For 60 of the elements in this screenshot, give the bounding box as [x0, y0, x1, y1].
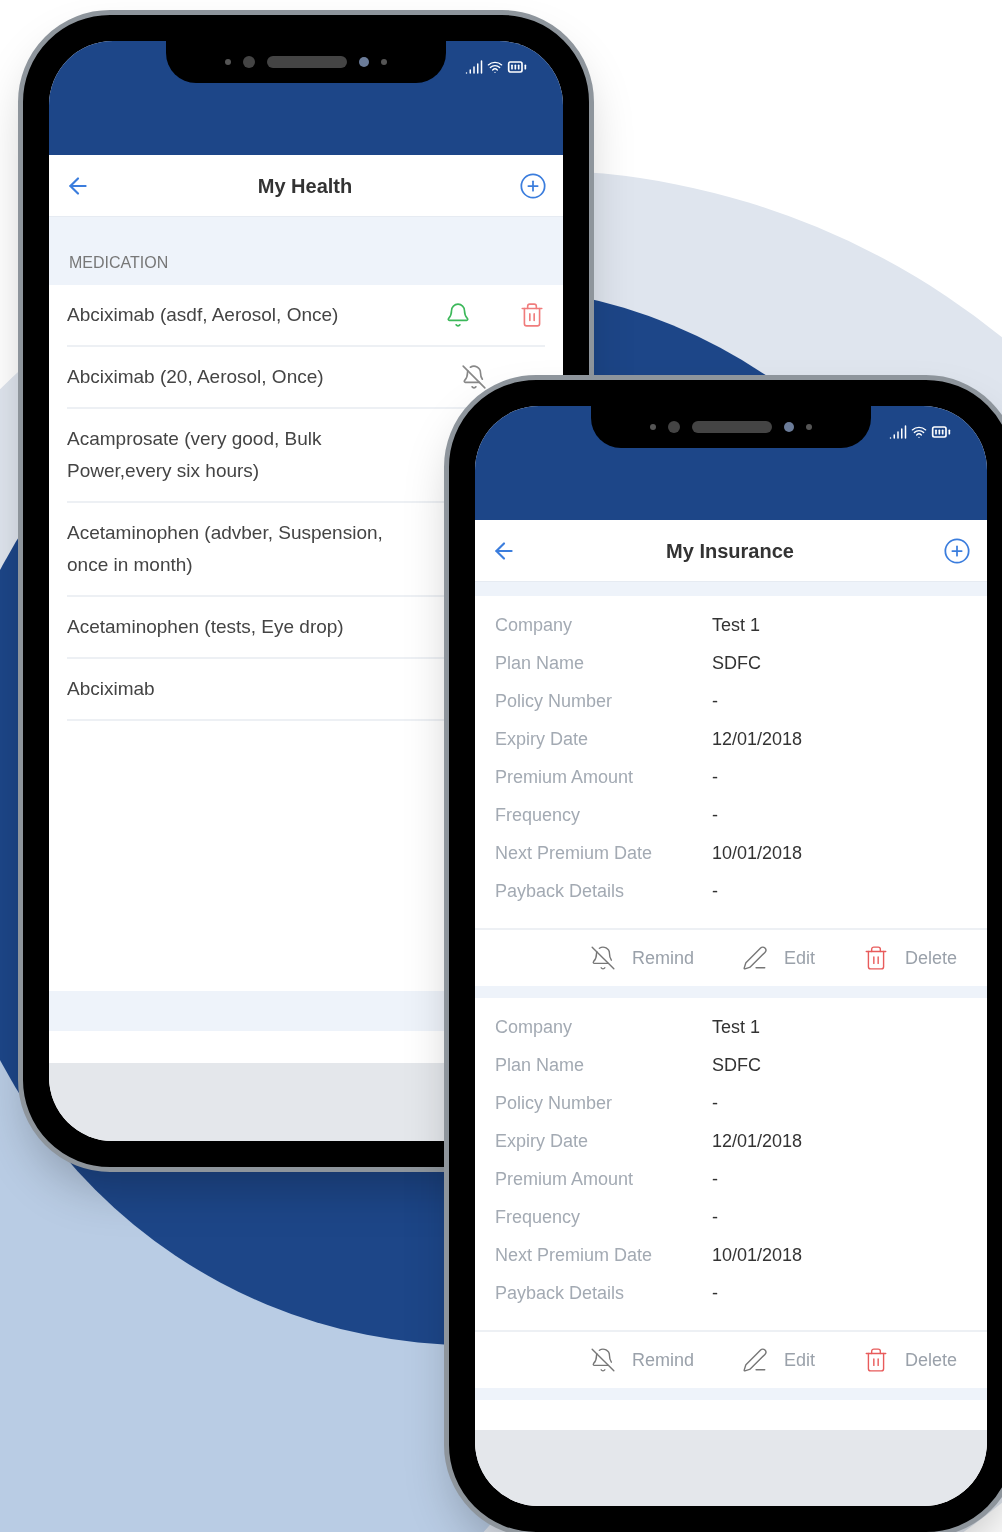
medication-name: Acetaminophen (tests, Eye drop) [67, 615, 344, 639]
trash-icon[interactable] [519, 302, 545, 328]
medication-name: Abciximab (20, Aerosol, Once) [67, 365, 324, 389]
field-value: 12/01/2018 [712, 1129, 803, 1153]
screen-title: My Insurance [666, 538, 794, 564]
field-value: 10/01/2018 [712, 841, 803, 865]
wifi-icon [487, 59, 503, 75]
field-label: Frequency [495, 803, 582, 827]
bell-icon[interactable] [445, 302, 471, 328]
pen-icon [741, 945, 768, 971]
field-label: Frequency [495, 1205, 582, 1229]
field-value: - [712, 1091, 718, 1115]
medication-name: Acamprosate (very good, Bulk Power,every six hours) [67, 427, 323, 483]
action-button[interactable]: Delete [862, 944, 957, 972]
pen-icon [741, 1347, 768, 1373]
field-label: Plan Name [495, 651, 586, 675]
action-button[interactable]: Remind [589, 944, 694, 972]
field-value: - [712, 765, 718, 789]
field-label: Payback Details [495, 879, 626, 903]
field-value: SDFC [712, 651, 761, 675]
add-icon[interactable] [519, 171, 547, 200]
medication-name: Abciximab (asdf, Aerosol, Once) [67, 303, 339, 327]
field-label: Company [495, 613, 574, 637]
field-label: Company [495, 1015, 574, 1039]
action-button[interactable]: Edit [741, 1346, 815, 1374]
field-value: - [712, 803, 718, 827]
field-value: Test 1 [712, 1015, 761, 1039]
field-label: Next Premium Date [495, 841, 654, 865]
signal-icon [889, 423, 907, 441]
field-label: Plan Name [495, 1053, 586, 1077]
field-value: - [712, 879, 718, 903]
wifi-icon [911, 424, 927, 440]
field-label: Next Premium Date [495, 1243, 654, 1267]
field-value: - [712, 689, 718, 713]
field-value: - [712, 1167, 718, 1191]
bell-off-icon [589, 945, 616, 971]
action-button[interactable]: Delete [862, 1346, 957, 1374]
action-button[interactable]: Remind [589, 1346, 694, 1374]
action-button[interactable]: Edit [741, 944, 815, 972]
field-value: - [712, 1281, 718, 1305]
section-title: MEDICATION [69, 253, 169, 273]
field-value: 12/01/2018 [712, 727, 803, 751]
field-label: Policy Number [495, 1091, 614, 1115]
field-label: Policy Number [495, 689, 614, 713]
field-label: Premium Amount [495, 1167, 635, 1191]
field-value: SDFC [712, 1053, 761, 1077]
medication-name: Abciximab [67, 677, 155, 701]
field-label: Payback Details [495, 1281, 626, 1305]
field-value: - [712, 1205, 718, 1229]
add-icon[interactable] [943, 536, 971, 565]
bell-off-icon [589, 1347, 616, 1373]
bell-off-icon[interactable] [461, 364, 487, 390]
field-label: Expiry Date [495, 727, 590, 751]
signal-icon [465, 58, 483, 76]
field-label: Expiry Date [495, 1129, 590, 1153]
field-value: Test 1 [712, 613, 761, 637]
screen-title: My Health [257, 173, 353, 199]
medication-name: Acetaminophen (advber, Suspension, once in month) [67, 521, 384, 577]
field-label: Premium Amount [495, 765, 635, 789]
field-value: 10/01/2018 [712, 1243, 803, 1267]
